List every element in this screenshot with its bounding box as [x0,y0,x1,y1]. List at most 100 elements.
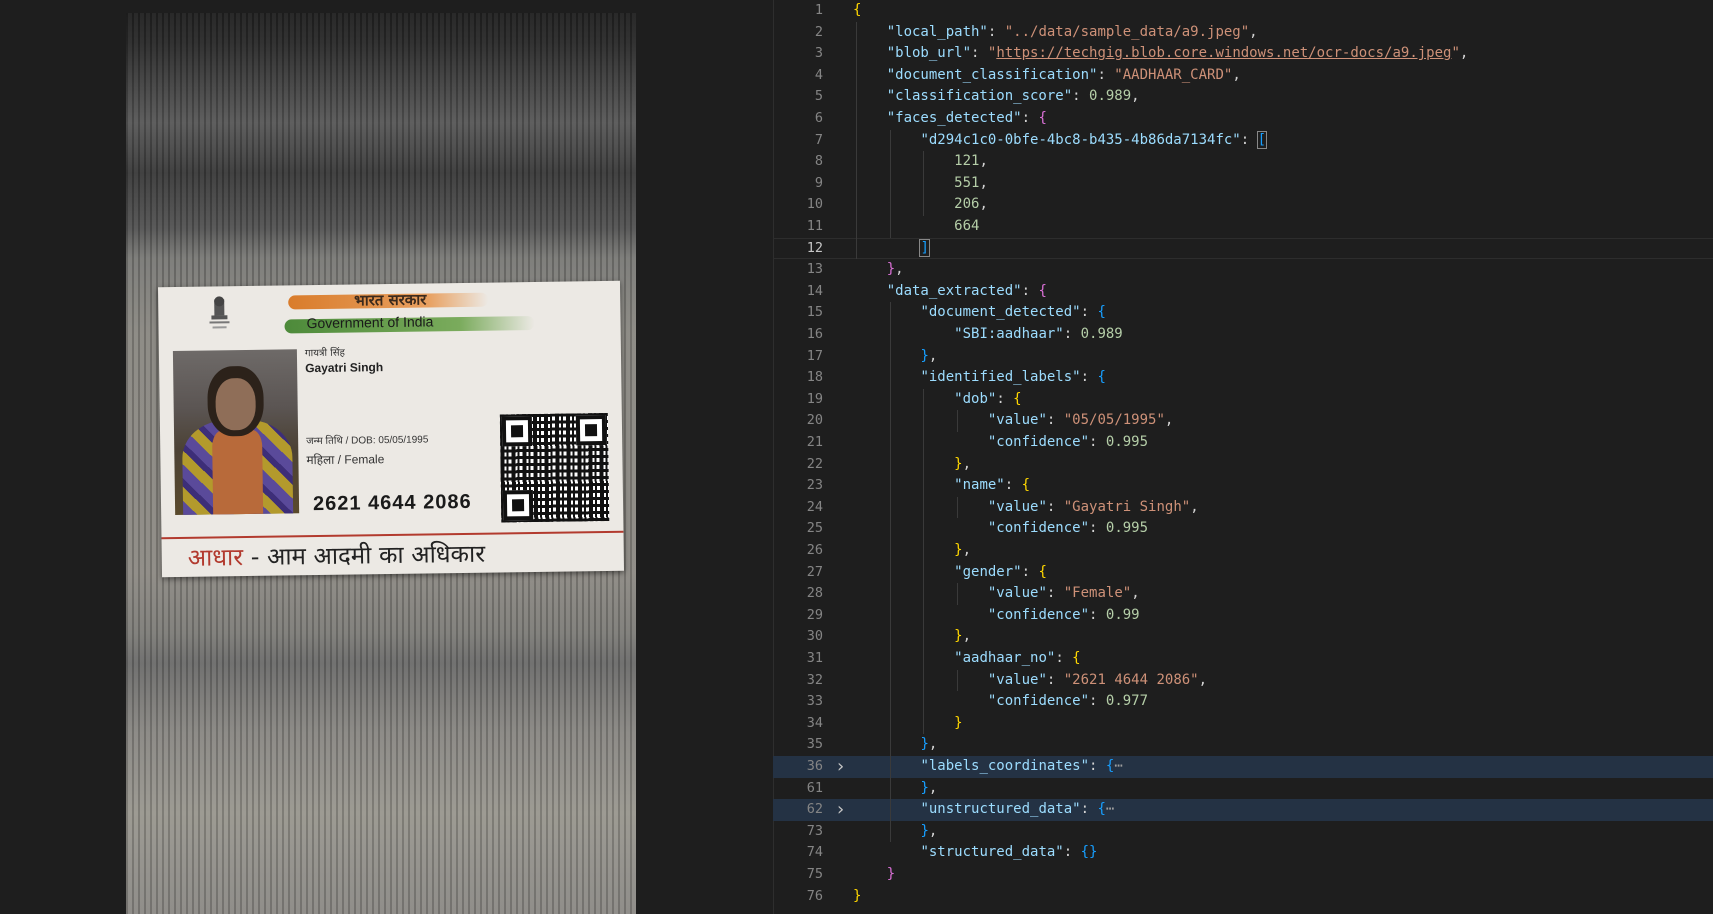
code-text[interactable]: }, [954,540,971,562]
token: , [928,347,938,364]
fold-chevron-right-icon[interactable]: › [835,799,846,821]
token: "value" [987,498,1047,515]
code-line[interactable]: 26}, [773,540,1713,562]
code-text[interactable]: 206, [954,194,988,216]
code-text[interactable]: "labels_coordinates": {⋯ [920,756,1122,778]
code-line[interactable]: 30}, [773,626,1713,648]
code-text[interactable]: "value": "Female", [988,583,1140,605]
fold-chevron-right-icon[interactable]: › [835,756,846,778]
code-text[interactable]: }, [920,778,937,800]
code-line[interactable]: 62 › "unstructured_data": {⋯ [773,799,1713,821]
code-text[interactable]: "document_classification": "AADHAAR_CARD… [887,65,1241,87]
code-line[interactable]: 18 "identified_labels": { [773,367,1713,389]
code-line[interactable]: 14 "data_extracted": { [773,281,1713,303]
code-text[interactable]: "confidence": 0.995 [988,518,1148,540]
code-text[interactable]: }, [954,454,971,476]
token: "value" [987,412,1047,429]
code-text[interactable]: }, [954,626,971,648]
code-line[interactable]: 13}, [773,259,1713,281]
indent-guide [957,669,959,692]
code-text[interactable]: "value": "2621 4644 2086", [988,670,1207,692]
code-line[interactable]: 75} [773,864,1713,886]
code-text[interactable]: "local_path": "../data/sample_data/a9.jp… [887,22,1258,44]
code-line[interactable]: 28 "value": "Female", [773,583,1713,605]
code-line[interactable]: 3 "blob_url": "https://techgig.blob.core.… [773,43,1713,65]
code-text[interactable]: "identified_labels": { [920,367,1105,389]
code-line[interactable]: 36 › "labels_coordinates": {⋯ [773,756,1713,778]
code-line[interactable]: 23 "name": { [773,475,1713,497]
code-text[interactable]: "SBI:aadhaar": 0.989 [954,324,1123,346]
code-text[interactable]: "dob": { [954,389,1021,411]
code-text[interactable]: } [853,886,861,908]
code-line[interactable]: 17}, [773,346,1713,368]
code-line[interactable]: 34} [773,713,1713,735]
code-line[interactable]: 16 "SBI:aadhaar": 0.989 [773,324,1713,346]
code-text[interactable]: }, [920,821,937,843]
code-text[interactable]: "d294c1c0-0bfe-4bc8-b435-4b86da7134fc": … [920,130,1268,152]
code-text[interactable]: "document_detected": { [920,302,1105,324]
code-text[interactable]: "faces_detected": { [887,108,1047,130]
token: "AADHAAR_CARD" [1114,66,1233,83]
code-text[interactable]: "value": "Gayatri Singh", [988,497,1199,519]
code-line[interactable]: 10 206, [773,194,1713,216]
code-line[interactable]: 7 "d294c1c0-0bfe-4bc8-b435-4b86da7134fc":… [773,130,1713,152]
code-line[interactable]: 29 "confidence": 0.99 [773,605,1713,627]
code-line[interactable]: 5 "classification_score": 0.989, [773,86,1713,108]
code-line[interactable]: 76} [773,886,1713,908]
code-line[interactable]: 1{ [773,0,1713,22]
json-editor[interactable]: 1{2 "local_path": "../data/sample_data/a9… [773,0,1713,914]
code-text[interactable]: "blob_url": "https://techgig.blob.core.w… [887,43,1469,65]
code-text[interactable]: "data_extracted": { [887,281,1047,303]
code-line[interactable]: 20 "value": "05/05/1995", [773,410,1713,432]
code-line[interactable]: 32 "value": "2621 4644 2086", [773,670,1713,692]
code-line[interactable]: 74 "structured_data": {} [773,842,1713,864]
code-text[interactable]: }, [920,346,937,368]
code-line[interactable]: 9 551, [773,173,1713,195]
code-text[interactable]: 121, [954,151,988,173]
code-line[interactable]: 6 "faces_detected": { [773,108,1713,130]
line-number: 4 [814,66,823,83]
code-line[interactable]: 8 121, [773,151,1713,173]
code-line[interactable]: 31 "aadhaar_no": { [773,648,1713,670]
token: { [1038,282,1047,299]
code-text[interactable]: "name": { [954,475,1030,497]
code-text[interactable]: }, [887,259,904,281]
code-line[interactable]: 61}, [773,778,1713,800]
code-text[interactable]: "aadhaar_no": { [954,648,1080,670]
government-english-label: Government of India [306,313,434,332]
code-line[interactable]: 22}, [773,454,1713,476]
code-text[interactable]: "value": "05/05/1995", [988,410,1173,432]
code-text[interactable]: 664 [954,216,979,238]
code-line[interactable]: 73}, [773,821,1713,843]
line-number: 62 [806,801,823,818]
code-text[interactable]: "unstructured_data": {⋯ [920,799,1114,821]
code-line[interactable]: 12] [773,238,1713,260]
token: : [1063,844,1081,861]
code-text[interactable]: "confidence": 0.99 [988,605,1140,627]
token: 664 [954,218,980,234]
code-line[interactable]: 2 "local_path": "../data/sample_data/a9.j… [773,22,1713,44]
code-line[interactable]: 24 "value": "Gayatri Singh", [773,497,1713,519]
code-line[interactable]: 4 "document_classification": "AADHAAR_CAR… [773,65,1713,87]
code-line[interactable]: 11 664 [773,216,1713,238]
token: , [1131,585,1140,602]
code-text[interactable]: { [853,0,861,22]
code-text[interactable]: "structured_data": {} [920,842,1097,864]
code-line[interactable]: 15 "document_detected": { [773,302,1713,324]
code-text[interactable]: }, [920,734,937,756]
code-line[interactable]: 35}, [773,734,1713,756]
code-line[interactable]: 33 "confidence": 0.977 [773,691,1713,713]
code-text[interactable]: } [954,713,962,735]
code-line[interactable]: 25 "confidence": 0.995 [773,518,1713,540]
code-text[interactable]: } [887,864,895,886]
code-line[interactable]: 21 "confidence": 0.995 [773,432,1713,454]
code-text[interactable]: ] [919,238,930,260]
code-line[interactable]: 19 "dob": { [773,389,1713,411]
code-text[interactable]: 551, [954,173,988,195]
line-number: 16 [806,326,823,342]
code-text[interactable]: "gender": { [954,562,1047,584]
code-text[interactable]: "confidence": 0.977 [988,691,1148,713]
code-text[interactable]: "classification_score": 0.989, [887,86,1140,108]
code-line[interactable]: 27 "gender": { [773,562,1713,584]
code-text[interactable]: "confidence": 0.995 [988,432,1148,454]
